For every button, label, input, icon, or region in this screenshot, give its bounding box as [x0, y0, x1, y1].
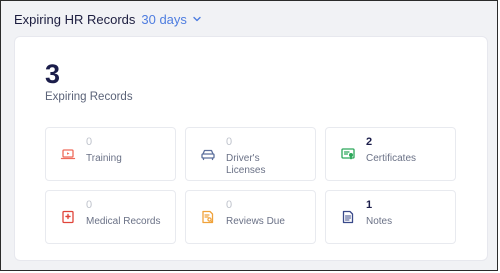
tile-reviews-due[interactable]: 0 Reviews Due [185, 190, 316, 244]
note-icon [342, 210, 354, 224]
widget-header: Expiring HR Records 30 days [14, 10, 202, 28]
period-dropdown[interactable]: 30 days [141, 12, 202, 27]
laptop-icon [60, 149, 76, 160]
tile-label: Training [86, 153, 122, 164]
certificate-icon [341, 148, 355, 160]
tile-count: 0 [226, 199, 233, 211]
car-icon [201, 149, 215, 161]
medical-kit-icon [62, 210, 74, 224]
tile-certificates[interactable]: 2 Certificates [325, 127, 456, 181]
review-document-icon [202, 210, 214, 224]
tile-count: 2 [366, 136, 373, 148]
records-card: 3 Expiring Records 0 Training 0 Driver's… [14, 36, 488, 261]
tile-drivers-licenses[interactable]: 0 Driver's Licenses [185, 127, 316, 181]
tile-medical-records[interactable]: 0 Medical Records [45, 190, 176, 244]
total-expiring-count: 3 [45, 59, 61, 89]
tile-count: 1 [366, 199, 373, 211]
tile-label: Reviews Due [226, 216, 285, 227]
tile-label: Certificates [366, 153, 417, 164]
tile-count: 0 [86, 136, 93, 148]
tile-count: 0 [226, 136, 233, 148]
expiring-hr-records-widget: Expiring HR Records 30 days 3 Expiring R… [0, 0, 498, 271]
chevron-down-icon[interactable] [192, 14, 202, 24]
tile-label: Driver's Licenses [226, 153, 266, 176]
tile-label: Medical Records [86, 216, 161, 227]
tile-count: 0 [86, 199, 93, 211]
total-expiring-label: Expiring Records [45, 91, 133, 103]
tile-notes[interactable]: 1 Notes [325, 190, 456, 244]
tile-training[interactable]: 0 Training [45, 127, 176, 181]
widget-title: Expiring HR Records [14, 11, 136, 27]
record-tiles: 0 Training 0 Driver's Licenses 2 Certifi… [45, 127, 456, 244]
tile-label: Notes [366, 216, 393, 227]
period-value[interactable]: 30 days [141, 12, 187, 27]
